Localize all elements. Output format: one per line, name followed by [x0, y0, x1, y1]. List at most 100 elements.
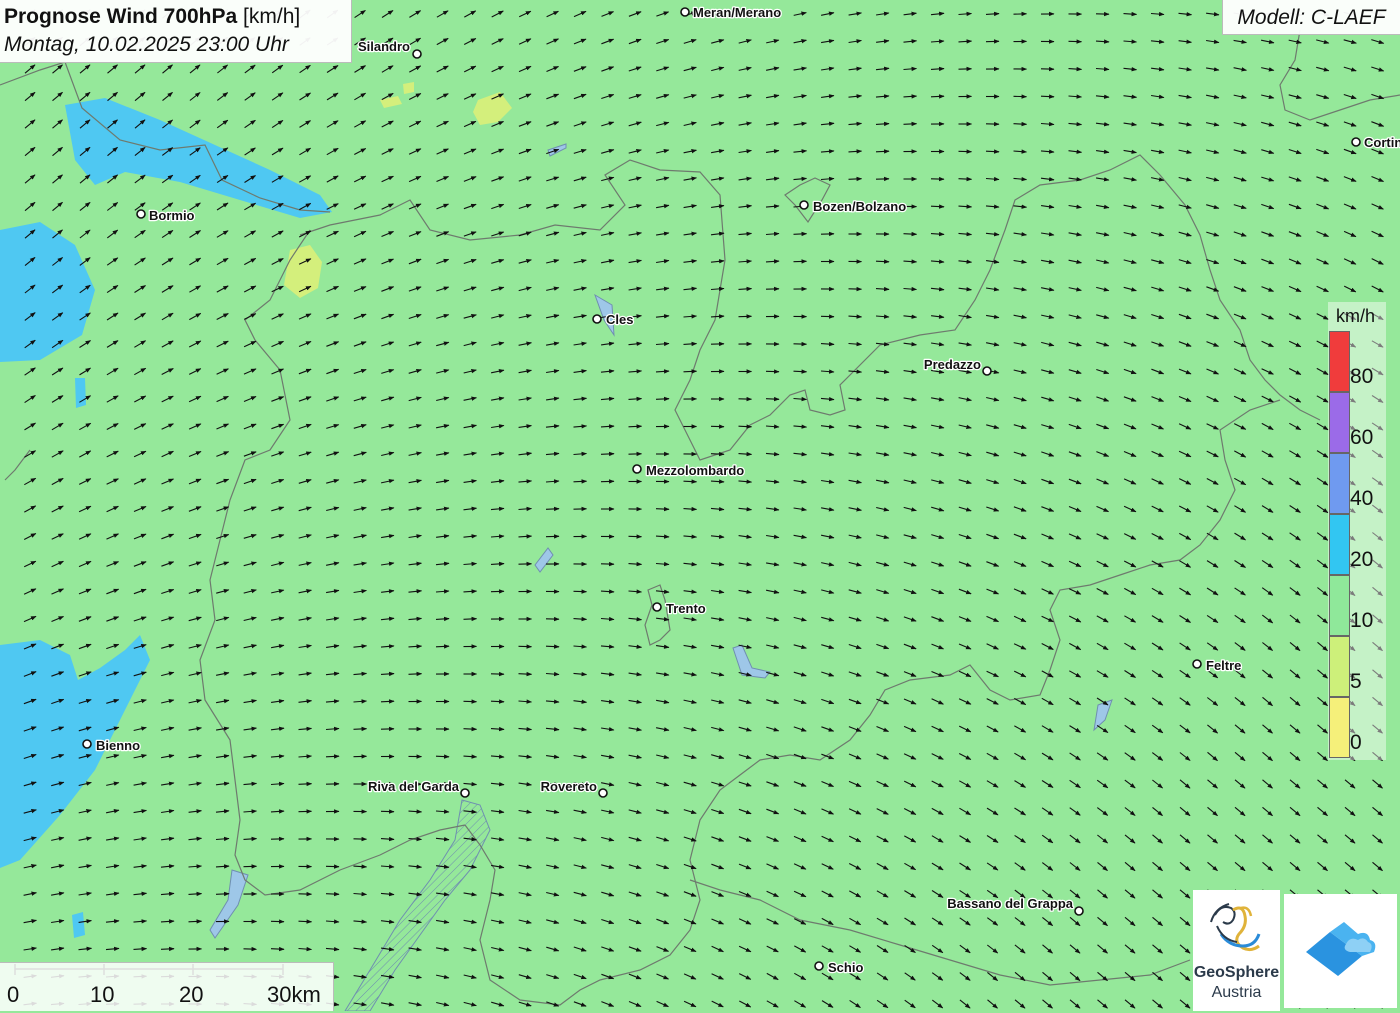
legend-swatch-0 — [1329, 697, 1350, 758]
wind-map[interactable]: Meran/Merano Silandro Cortina Bormio Bozen/B… — [0, 0, 1400, 1011]
legend-unit: km/h — [1336, 306, 1375, 327]
city-dot-cortina[interactable] — [1352, 138, 1360, 146]
city-label-trento: Trento — [666, 601, 706, 616]
city-label-bozen-bolzano: Bozen/Bolzano — [813, 199, 906, 214]
wind-arrow — [464, 729, 477, 730]
legend-label-20: 20 — [1350, 548, 1373, 572]
scale-label-10: 10 — [90, 982, 114, 1008]
wind-arrow — [601, 454, 614, 455]
wind-arrow — [656, 509, 669, 510]
wind-arrow — [216, 894, 229, 895]
city-dot-predazzo[interactable] — [983, 367, 991, 375]
wind-arrow — [849, 179, 862, 180]
wind-arrow — [766, 399, 779, 400]
city-label-rovereto: Rovereto — [541, 779, 597, 794]
wind-arrow — [189, 921, 202, 922]
wind-arrow — [409, 674, 422, 675]
city-label-predazzo: Predazzo — [924, 357, 981, 372]
city-dot-bienno[interactable] — [83, 740, 91, 748]
wind-arrow — [931, 206, 944, 207]
legend-swatch-20 — [1329, 514, 1350, 575]
city-label-cortina: Cortina — [1364, 135, 1400, 150]
city-label-feltre: Feltre — [1206, 658, 1241, 673]
legend-swatch-10 — [1329, 575, 1350, 636]
wind-arrow — [629, 426, 642, 427]
wind-arrow — [904, 234, 917, 235]
legend-swatch-40 — [1329, 453, 1350, 514]
city-dot-riva-del-garda[interactable] — [461, 789, 469, 797]
wind-arrow — [904, 124, 917, 125]
city-label-bormio: Bormio — [149, 208, 195, 223]
city-label-meran-merano: Meran/Merano — [693, 5, 781, 20]
model-label: Modell: C-LAEF — [1222, 0, 1400, 35]
scale-label-20: 20 — [179, 982, 203, 1008]
wind-arrow — [876, 151, 889, 152]
wind-zone-20-40 — [75, 378, 86, 408]
wind-arrow — [739, 426, 752, 427]
city-dot-schio[interactable] — [815, 962, 823, 970]
wind-arrow — [519, 674, 532, 675]
wind-arrow — [381, 701, 394, 702]
wind-arrow — [326, 894, 339, 895]
scale-bar: 0 10 20 30km — [0, 962, 334, 1011]
legend-label-60: 60 — [1350, 426, 1373, 450]
city-label-schio: Schio — [828, 960, 863, 975]
wind-arrow — [464, 619, 477, 620]
city-label-bassano-del-grappa: Bassano del Grappa — [947, 896, 1073, 911]
wind-arrow — [931, 96, 944, 97]
wetter-app-logo[interactable] — [1284, 894, 1397, 1008]
wind-arrow — [436, 646, 449, 647]
scale-label-0: 0 — [7, 982, 19, 1008]
forecast-datetime: Montag, 10.02.2025 23:00 Uhr — [4, 31, 347, 59]
city-dot-bassano-del-grappa[interactable] — [1075, 907, 1083, 915]
wind-arrow — [271, 949, 284, 950]
scale-label-30km: 30km — [267, 982, 321, 1008]
city-dot-trento[interactable] — [653, 603, 661, 611]
city-dot-bormio[interactable] — [137, 210, 145, 218]
legend-label-10: 10 — [1350, 609, 1373, 633]
legend-label-5: 5 — [1350, 670, 1362, 694]
wind-arrow — [959, 179, 972, 180]
city-dot-mezzolombardo[interactable] — [633, 465, 641, 473]
wind-arrow — [299, 784, 312, 785]
city-dot-silandro[interactable] — [413, 50, 421, 58]
legend-label-0: 0 — [1350, 731, 1362, 755]
legend-swatch-5 — [1329, 636, 1350, 697]
city-label-bienno: Bienno — [96, 738, 140, 753]
city-dot-cles[interactable] — [593, 315, 601, 323]
wind-arrow — [684, 371, 697, 372]
geosphere-logo[interactable]: GeoSphere Austria — [1193, 890, 1280, 1011]
city-dot-bozen-bolzano[interactable] — [800, 201, 808, 209]
wind-arrow — [711, 454, 724, 455]
wind-arrow — [574, 481, 587, 482]
legend-swatch-60 — [1329, 392, 1350, 453]
city-label-mezzolombardo: Mezzolombardo — [646, 463, 744, 478]
wind-arrow — [1014, 124, 1027, 125]
wind-arrow — [684, 481, 697, 482]
title-main: Prognose Wind 700hPa — [4, 5, 237, 28]
city-label-silandro: Silandro — [358, 39, 410, 54]
wind-arrow — [794, 371, 807, 372]
geosphere-logo-text: GeoSphere — [1193, 964, 1280, 982]
wind-arrow — [986, 151, 999, 152]
geosphere-logo-subtext: Austria — [1193, 984, 1280, 1002]
title-unit: [km/h] — [243, 5, 300, 28]
wind-arrow — [354, 729, 367, 730]
city-label-cles: Cles — [606, 312, 633, 327]
city-dot-rovereto[interactable] — [599, 789, 607, 797]
city-dot-meran-merano[interactable] — [681, 8, 689, 16]
geosphere-logo-icon — [1193, 890, 1280, 964]
wind-arrow — [1041, 96, 1054, 97]
wind-zone-5-10 — [403, 82, 414, 94]
wind-arrow — [326, 756, 339, 757]
wind-zone-20-40 — [72, 912, 85, 938]
legend-label-80: 80 — [1350, 365, 1373, 389]
wind-arrow — [491, 701, 504, 702]
legend-label-40: 40 — [1350, 487, 1373, 511]
wetter-app-logo-icon — [1284, 894, 1397, 1008]
city-dot-feltre[interactable] — [1193, 660, 1201, 668]
wind-arrow — [546, 509, 559, 510]
wind-arrow — [546, 646, 559, 647]
wind-arrow — [876, 261, 889, 262]
wind-arrow — [436, 756, 449, 757]
